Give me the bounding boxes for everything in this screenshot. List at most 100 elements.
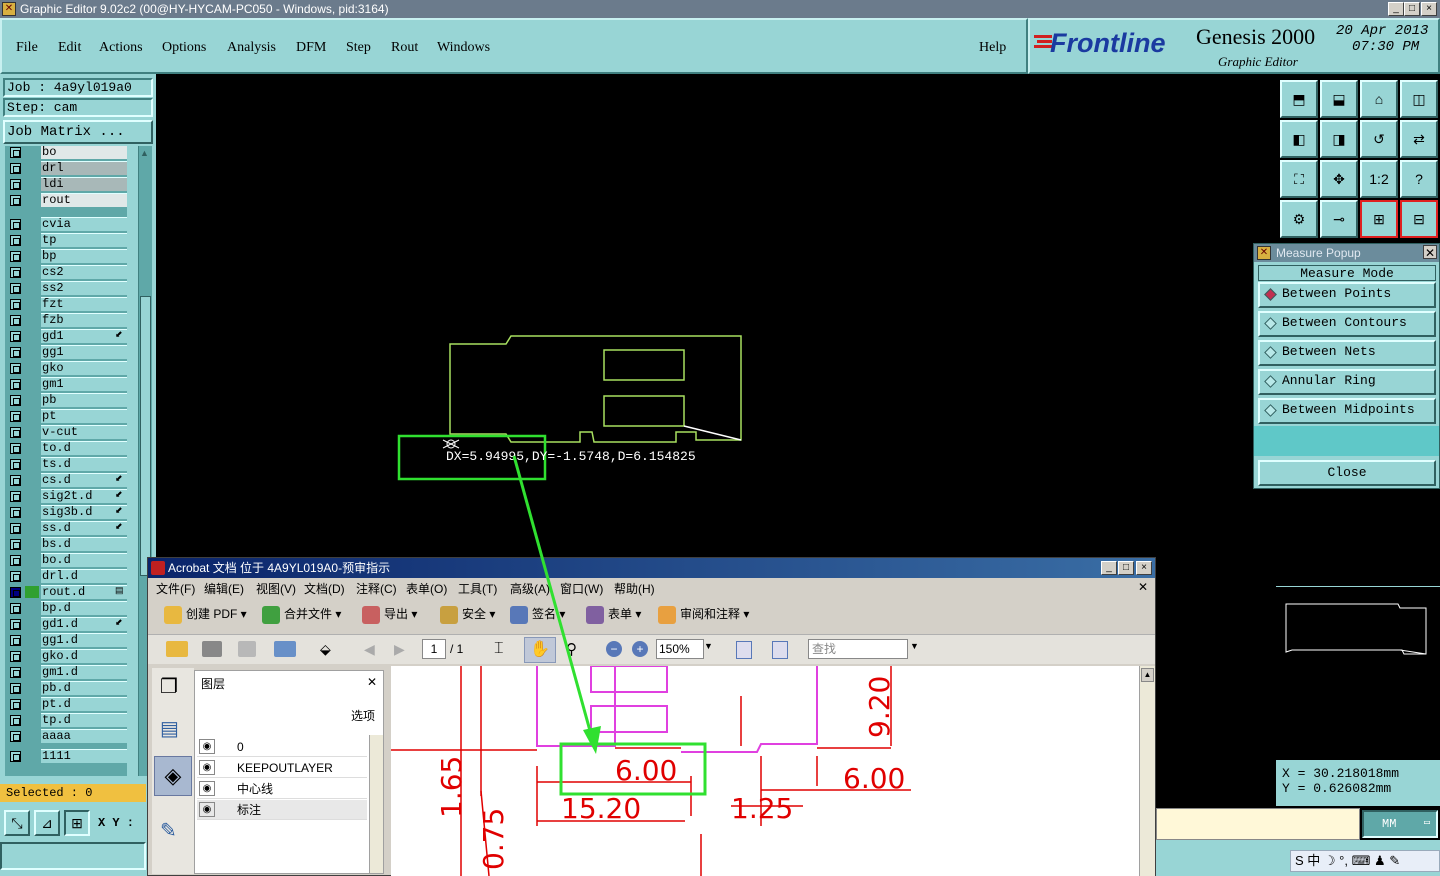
layer-name[interactable]: pt.d	[41, 697, 127, 711]
layer-row-tp[interactable]: tp	[5, 232, 127, 248]
menu-rout[interactable]: Rout	[391, 40, 418, 56]
signatures-icon[interactable]: ✎	[160, 818, 184, 842]
layer-row-gd1-d[interactable]: gd1.d ⬋	[5, 616, 127, 632]
pdf-scroll-up-icon[interactable]: ▲	[1141, 668, 1154, 682]
layer-checkbox[interactable]	[10, 491, 21, 502]
layer-row-tp-d[interactable]: tp.d	[5, 712, 127, 728]
layer-row-aaaa[interactable]: aaaa	[5, 728, 127, 744]
layer-name[interactable]: bp	[41, 249, 127, 263]
hand-tool-icon[interactable]: ✋	[524, 637, 556, 663]
layer-name[interactable]: bs.d	[41, 537, 127, 551]
layer-affected-indicator[interactable]	[25, 586, 39, 598]
layer-checkbox[interactable]	[10, 651, 21, 662]
security-button[interactable]: 安全 ▾	[440, 604, 495, 624]
layer-row-bp[interactable]: bp	[5, 248, 127, 264]
layer-checkbox[interactable]	[10, 443, 21, 454]
top-view-icon[interactable]: ⬒	[1280, 80, 1318, 118]
layer-name[interactable]: gg1	[41, 345, 127, 359]
layer-row-pt-d[interactable]: pt.d	[5, 696, 127, 712]
layer-checkbox[interactable]	[10, 539, 21, 550]
layer-name[interactable]: bo	[41, 146, 127, 159]
layer-row-sig3b-d[interactable]: sig3b.d ⬋	[5, 504, 127, 520]
layer-name[interactable]: cvia	[41, 217, 127, 231]
layer-row-ldi[interactable]: ldi	[5, 176, 127, 192]
radio-diamond-icon[interactable]	[1264, 346, 1277, 359]
measure-option-between-contours[interactable]: Between Contours	[1258, 311, 1436, 337]
acrobat-menu-item[interactable]: 注释(C)	[356, 580, 397, 597]
minimize-button[interactable]: _	[1388, 2, 1404, 16]
open-folder-icon[interactable]	[166, 641, 188, 657]
layer-row-fzb[interactable]: fzb	[5, 312, 127, 328]
layer-row-v-cut[interactable]: v-cut	[5, 424, 127, 440]
layer-checkbox[interactable]	[10, 283, 21, 294]
pointer-tool-icon[interactable]: ⤡	[4, 810, 30, 836]
sign-button[interactable]: 签名 ▾	[510, 604, 565, 624]
maximize-button[interactable]: □	[1404, 2, 1420, 16]
home-icon[interactable]: ⌂	[1360, 80, 1398, 118]
layer-row-gg1-d[interactable]: gg1.d	[5, 632, 127, 648]
layer-row-bo[interactable]: bo	[5, 146, 127, 160]
acrobat-menu-item[interactable]: 工具(T)	[458, 580, 497, 597]
layer-checkbox[interactable]	[10, 603, 21, 614]
layer-row-gm1-d[interactable]: gm1.d	[5, 664, 127, 680]
layer-name[interactable]: gm1.d	[41, 665, 127, 679]
layer-row-gd1[interactable]: gd1 ⬋	[5, 328, 127, 344]
layers-close-icon[interactable]: ✕	[367, 675, 377, 689]
next-page-icon[interactable]: ▶	[394, 641, 405, 658]
layer-row-drl-d[interactable]: drl.d	[5, 568, 127, 584]
layer-row-cs2[interactable]: cs2	[5, 264, 127, 280]
layer-row-cs-d[interactable]: cs.d ⬋	[5, 472, 127, 488]
layers-nav-icon[interactable]: ◈	[154, 756, 192, 796]
eye-icon[interactable]: ◉	[199, 802, 215, 817]
acrobat-minimize-button[interactable]: _	[1101, 561, 1117, 575]
layer-checkbox[interactable]	[10, 315, 21, 326]
eye-icon[interactable]: ◉	[199, 739, 215, 754]
layer-row-gg1[interactable]: gg1	[5, 344, 127, 360]
layer-checkbox[interactable]	[10, 715, 21, 726]
layer-checkbox[interactable]	[10, 427, 21, 438]
layer-checkbox[interactable]	[10, 379, 21, 390]
acrobat-menu-item[interactable]: 视图(V)	[256, 580, 296, 597]
layer-name[interactable]: ss2	[41, 281, 127, 295]
layer-row-gko-d[interactable]: gko.d	[5, 648, 127, 664]
layer-row-ts-d[interactable]: ts.d	[5, 456, 127, 472]
layer-checkbox[interactable]	[10, 571, 21, 582]
layer-name[interactable]: tp	[41, 233, 127, 247]
layer-checkbox[interactable]	[10, 395, 21, 406]
layer-name[interactable]: drl.d	[41, 569, 127, 583]
pdf-scrollbar[interactable]: ▲	[1139, 666, 1155, 876]
layer-checkbox[interactable]	[10, 619, 21, 630]
layer-name[interactable]: gg1.d	[41, 633, 127, 647]
measure-option-between-midpoints[interactable]: Between Midpoints	[1258, 398, 1436, 424]
print-icon[interactable]	[202, 641, 222, 657]
overview-map[interactable]	[1278, 586, 1438, 666]
layer-row-sig2t-d[interactable]: sig2t.d ⬋	[5, 488, 127, 504]
scroll-thumb[interactable]	[140, 296, 151, 576]
drill-icon[interactable]: ⊟	[1400, 200, 1438, 238]
menu-edit[interactable]: Edit	[58, 40, 81, 56]
job-matrix-button[interactable]: Job Matrix ...	[3, 120, 153, 144]
layer-row-bs-d[interactable]: bs.d	[5, 536, 127, 552]
layer-name[interactable]: tp.d	[41, 713, 127, 727]
layer-row-rout-d[interactable]: rout.d ▤	[5, 584, 127, 600]
layer-checkbox[interactable]	[10, 267, 21, 278]
measure-close-icon[interactable]: ✕	[1423, 245, 1437, 260]
layers-scrollbar[interactable]	[369, 735, 383, 873]
radio-diamond-icon[interactable]	[1264, 288, 1277, 301]
acrobat-doc-close-icon[interactable]: ✕	[1138, 580, 1148, 594]
acrobat-menu-item[interactable]: 文件(F)	[156, 580, 195, 597]
layer-name[interactable]: ldi	[41, 177, 127, 191]
key-icon[interactable]: ⊸	[1320, 200, 1358, 238]
layer-row-gm1[interactable]: gm1	[5, 376, 127, 392]
settings-icon[interactable]: ⚙	[1280, 200, 1318, 238]
layer-checkbox[interactable]	[10, 179, 21, 190]
acrobat-maximize-button[interactable]: □	[1118, 561, 1134, 575]
layer-name[interactable]: gko	[41, 361, 127, 375]
layer-checkbox[interactable]	[10, 411, 21, 422]
pages-icon[interactable]: ❐	[160, 674, 184, 698]
layer-row-cvia[interactable]: cvia	[5, 216, 127, 232]
menu-actions[interactable]: Actions	[99, 40, 143, 56]
layer-name[interactable]: fzb	[41, 313, 127, 327]
measure-option-between-points[interactable]: Between Points	[1258, 282, 1436, 308]
zoom-dropdown-icon[interactable]: ▼	[704, 641, 713, 651]
